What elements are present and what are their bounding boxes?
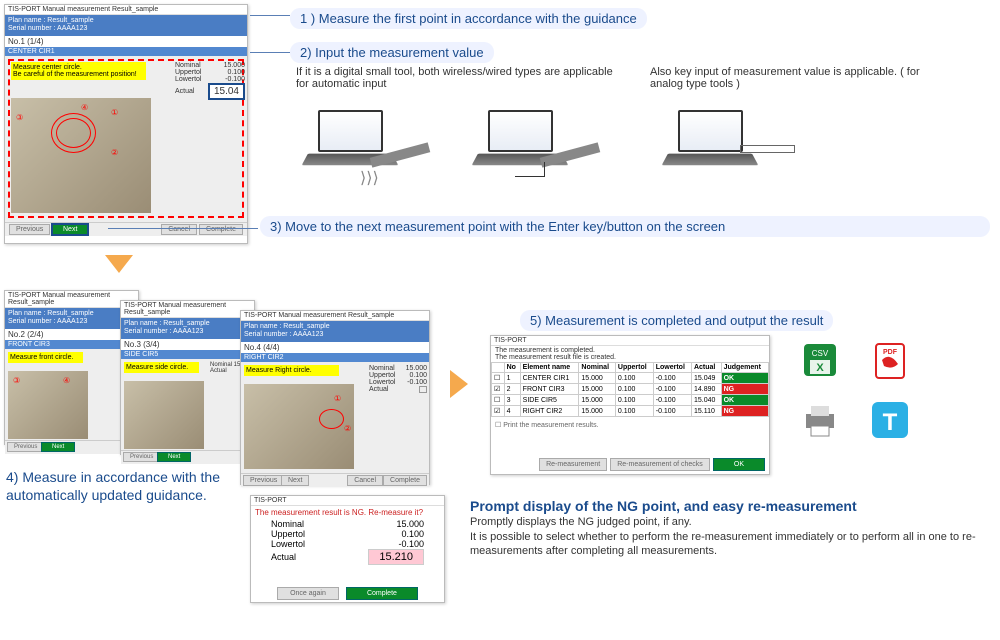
step-3-label: 3) Move to the next measurement point wi… <box>260 216 990 237</box>
step-counter: No.1 (1/4) <box>5 36 247 47</box>
step-5-label: 5) Measurement is completed and output t… <box>520 310 833 331</box>
value-panel: Nominal15.000 Uppertol0.100 Lowertol-0.1… <box>175 62 245 100</box>
ng-actual-value: 15.210 <box>368 549 424 565</box>
ng-dialog: TIS-PORT The measurement result is NG. R… <box>250 495 445 603</box>
laptop-wireless: ⟩⟩⟩ <box>300 110 400 180</box>
result-msg2: The measurement result file is created. <box>495 354 765 361</box>
csv-icon: CSV X <box>800 340 840 380</box>
arrow-right-icon <box>450 370 468 398</box>
ng-message: The measurement result is NG. Re-measure… <box>251 506 444 519</box>
next-button[interactable]: Next <box>51 223 89 236</box>
table-row: ☐1CENTER CIR115.0000.100-0.10015.049OK <box>492 373 769 384</box>
step-2-sub2: Also key input of measurement value is a… <box>650 66 950 90</box>
app-header: Plan name : Result_sample Serial number … <box>5 15 247 36</box>
guidance-line1: Measure center circle. <box>13 64 144 71</box>
table-row: ☐3SIDE CIR515.0000.100-0.10015.040OK <box>492 395 769 406</box>
result-ok-button[interactable]: OK <box>713 458 765 471</box>
once-again-button[interactable]: Once again <box>277 587 339 600</box>
step-2-sub1: If it is a digital small tool, both wire… <box>296 66 616 90</box>
tisport-icon: T <box>870 400 910 440</box>
printer-icon <box>800 400 840 440</box>
window-title: TIS-PORT Manual measurement Result_sampl… <box>5 5 247 15</box>
serial-number: Serial number : AAAA123 <box>8 25 244 33</box>
cancel-button[interactable]: Cancel <box>161 224 197 235</box>
pdf-icon: PDF <box>870 340 910 380</box>
remeasure-checks-button[interactable]: Re-measurement of checks <box>610 458 710 471</box>
svg-text:PDF: PDF <box>883 349 898 356</box>
svg-text:CSV: CSV <box>812 349 829 358</box>
laptop-wired <box>470 110 570 180</box>
previous-button[interactable]: Previous <box>9 224 50 235</box>
result-window: TIS-PORT The measurement is completed. T… <box>490 335 770 475</box>
table-row: ☑2FRONT CIR315.0000.100-0.10014.890NG <box>492 384 769 395</box>
result-msg1: The measurement is completed. <box>495 347 765 354</box>
guidance-box: Measure center circle. Be careful of the… <box>11 62 146 80</box>
part-image: ① ② ③ ④ <box>11 98 151 213</box>
prompt-line2: It is possible to select whether to perf… <box>470 530 990 559</box>
svg-text:T: T <box>883 409 898 436</box>
arrow-down-icon <box>105 255 133 273</box>
guidance-line2: Be careful of the measurement position! <box>13 71 144 78</box>
table-row: ☑4RIGHT CIR215.0000.100-0.10015.110NG <box>492 406 769 417</box>
remeasure-button[interactable]: Re-measurement <box>539 458 607 471</box>
step-1-label: 1 ) Measure the first point in accordanc… <box>290 8 647 29</box>
step-2-label: 2) Input the measurement value <box>290 42 494 63</box>
app-window-main: TIS-PORT Manual measurement Result_sampl… <box>4 4 248 244</box>
prompt-title: Prompt display of the NG point, and easy… <box>470 498 990 514</box>
actual-input[interactable]: 15.04 <box>208 83 245 100</box>
laptop-keyinput <box>660 110 760 180</box>
print-checkbox-label[interactable]: Print the measurement results. <box>503 422 598 429</box>
element-name: CENTER CIR1 <box>5 47 247 56</box>
svg-text:X: X <box>816 362 824 374</box>
app-window-step2: TIS-PORT Manual measurement Result_sampl… <box>4 290 139 445</box>
ng-complete-button[interactable]: Complete <box>346 587 418 600</box>
plan-name: Plan name : Result_sample <box>8 17 244 25</box>
app-window-step4: TIS-PORT Manual measurement Result_sampl… <box>240 310 430 485</box>
complete-button[interactable]: Complete <box>199 224 243 235</box>
app-window-step3: TIS-PORT Manual measurement Result_sampl… <box>120 300 255 455</box>
prompt-line1: Promptly displays the NG judged point, i… <box>470 516 990 528</box>
step-4-label: 4) Measure in accordance with the automa… <box>6 468 226 504</box>
result-table: NoElement name NominalUppertol LowertolA… <box>491 362 769 417</box>
